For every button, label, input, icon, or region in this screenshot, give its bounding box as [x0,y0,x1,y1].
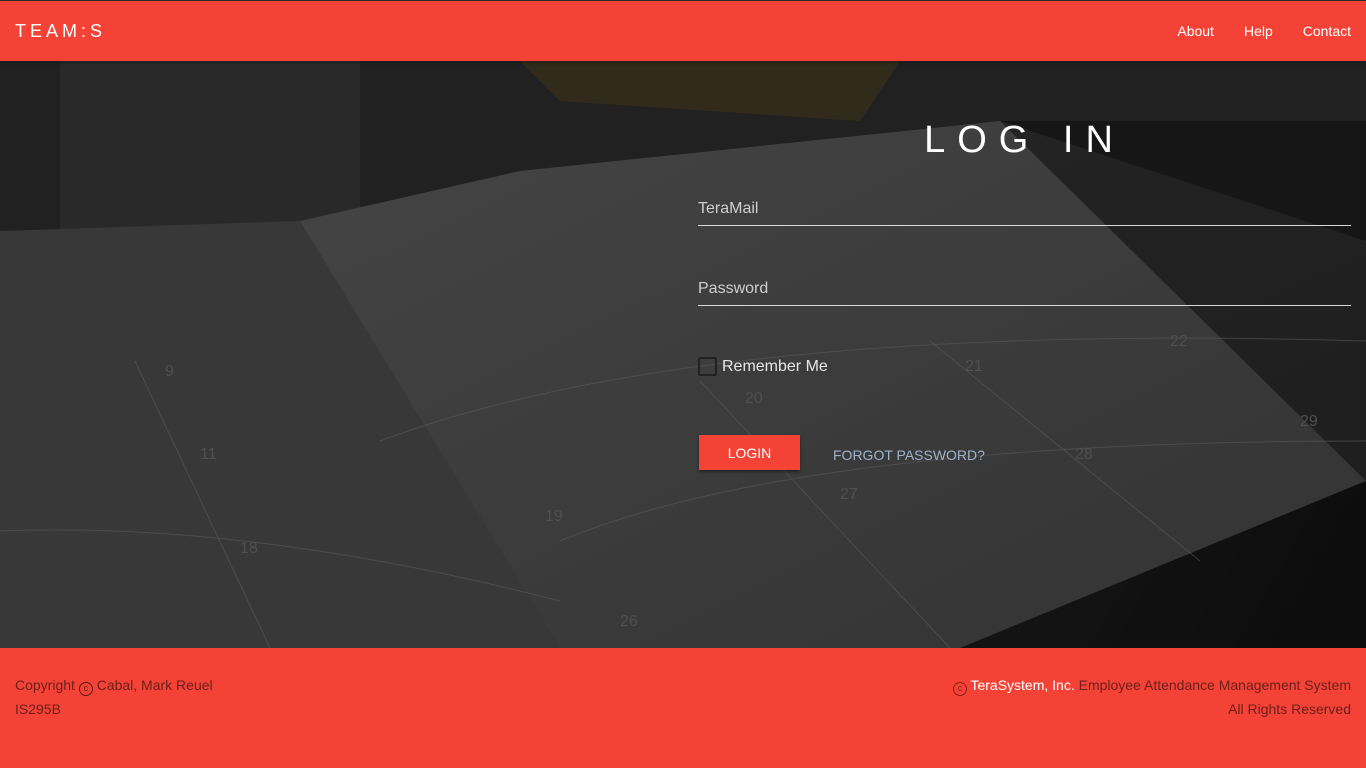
remember-me-row: Remember Me [698,357,828,376]
author-name: Cabal, Mark Reuel [96,677,213,693]
course-code: IS295B [15,701,61,717]
hero-background: 9 11 18 20 27 19 26 28 29 21 22 LOG IN R… [0,61,1366,648]
company-name: TeraSystem, Inc. [970,677,1075,693]
copyright-icon: c [952,682,967,696]
email-field-wrapper [698,192,1351,226]
footer-left: Copyright c Cabal, Mark Reuel IS295B [15,673,213,721]
nav-link-contact[interactable]: Contact [1303,23,1351,39]
password-field-wrapper [698,272,1351,306]
copyright-prefix: Copyright [15,677,75,693]
rights-text: All Rights Reserved [1228,701,1351,717]
remember-me-checkbox[interactable] [698,357,717,376]
login-button[interactable]: LOGIN [699,435,800,470]
email-field[interactable] [698,192,1351,225]
login-title: LOG IN [924,119,1125,161]
nav-link-help[interactable]: Help [1244,23,1273,39]
footer: Copyright c Cabal, Mark Reuel IS295B c T… [0,648,1366,768]
nav-links: About Help Contact [1147,23,1351,39]
top-navbar: TEAM:S About Help Contact [0,0,1366,61]
copyright-icon: c [78,682,93,696]
remember-me-label[interactable]: Remember Me [722,358,828,376]
forgot-password-link[interactable]: FORGOT PASSWORD? [833,447,985,463]
footer-right: c TeraSystem, Inc. Employee Attendance M… [952,673,1351,721]
password-field[interactable] [698,272,1351,305]
system-name: Employee Attendance Management System [1078,677,1351,693]
brand-logo[interactable]: TEAM:S [15,21,106,42]
nav-link-about[interactable]: About [1177,23,1214,39]
